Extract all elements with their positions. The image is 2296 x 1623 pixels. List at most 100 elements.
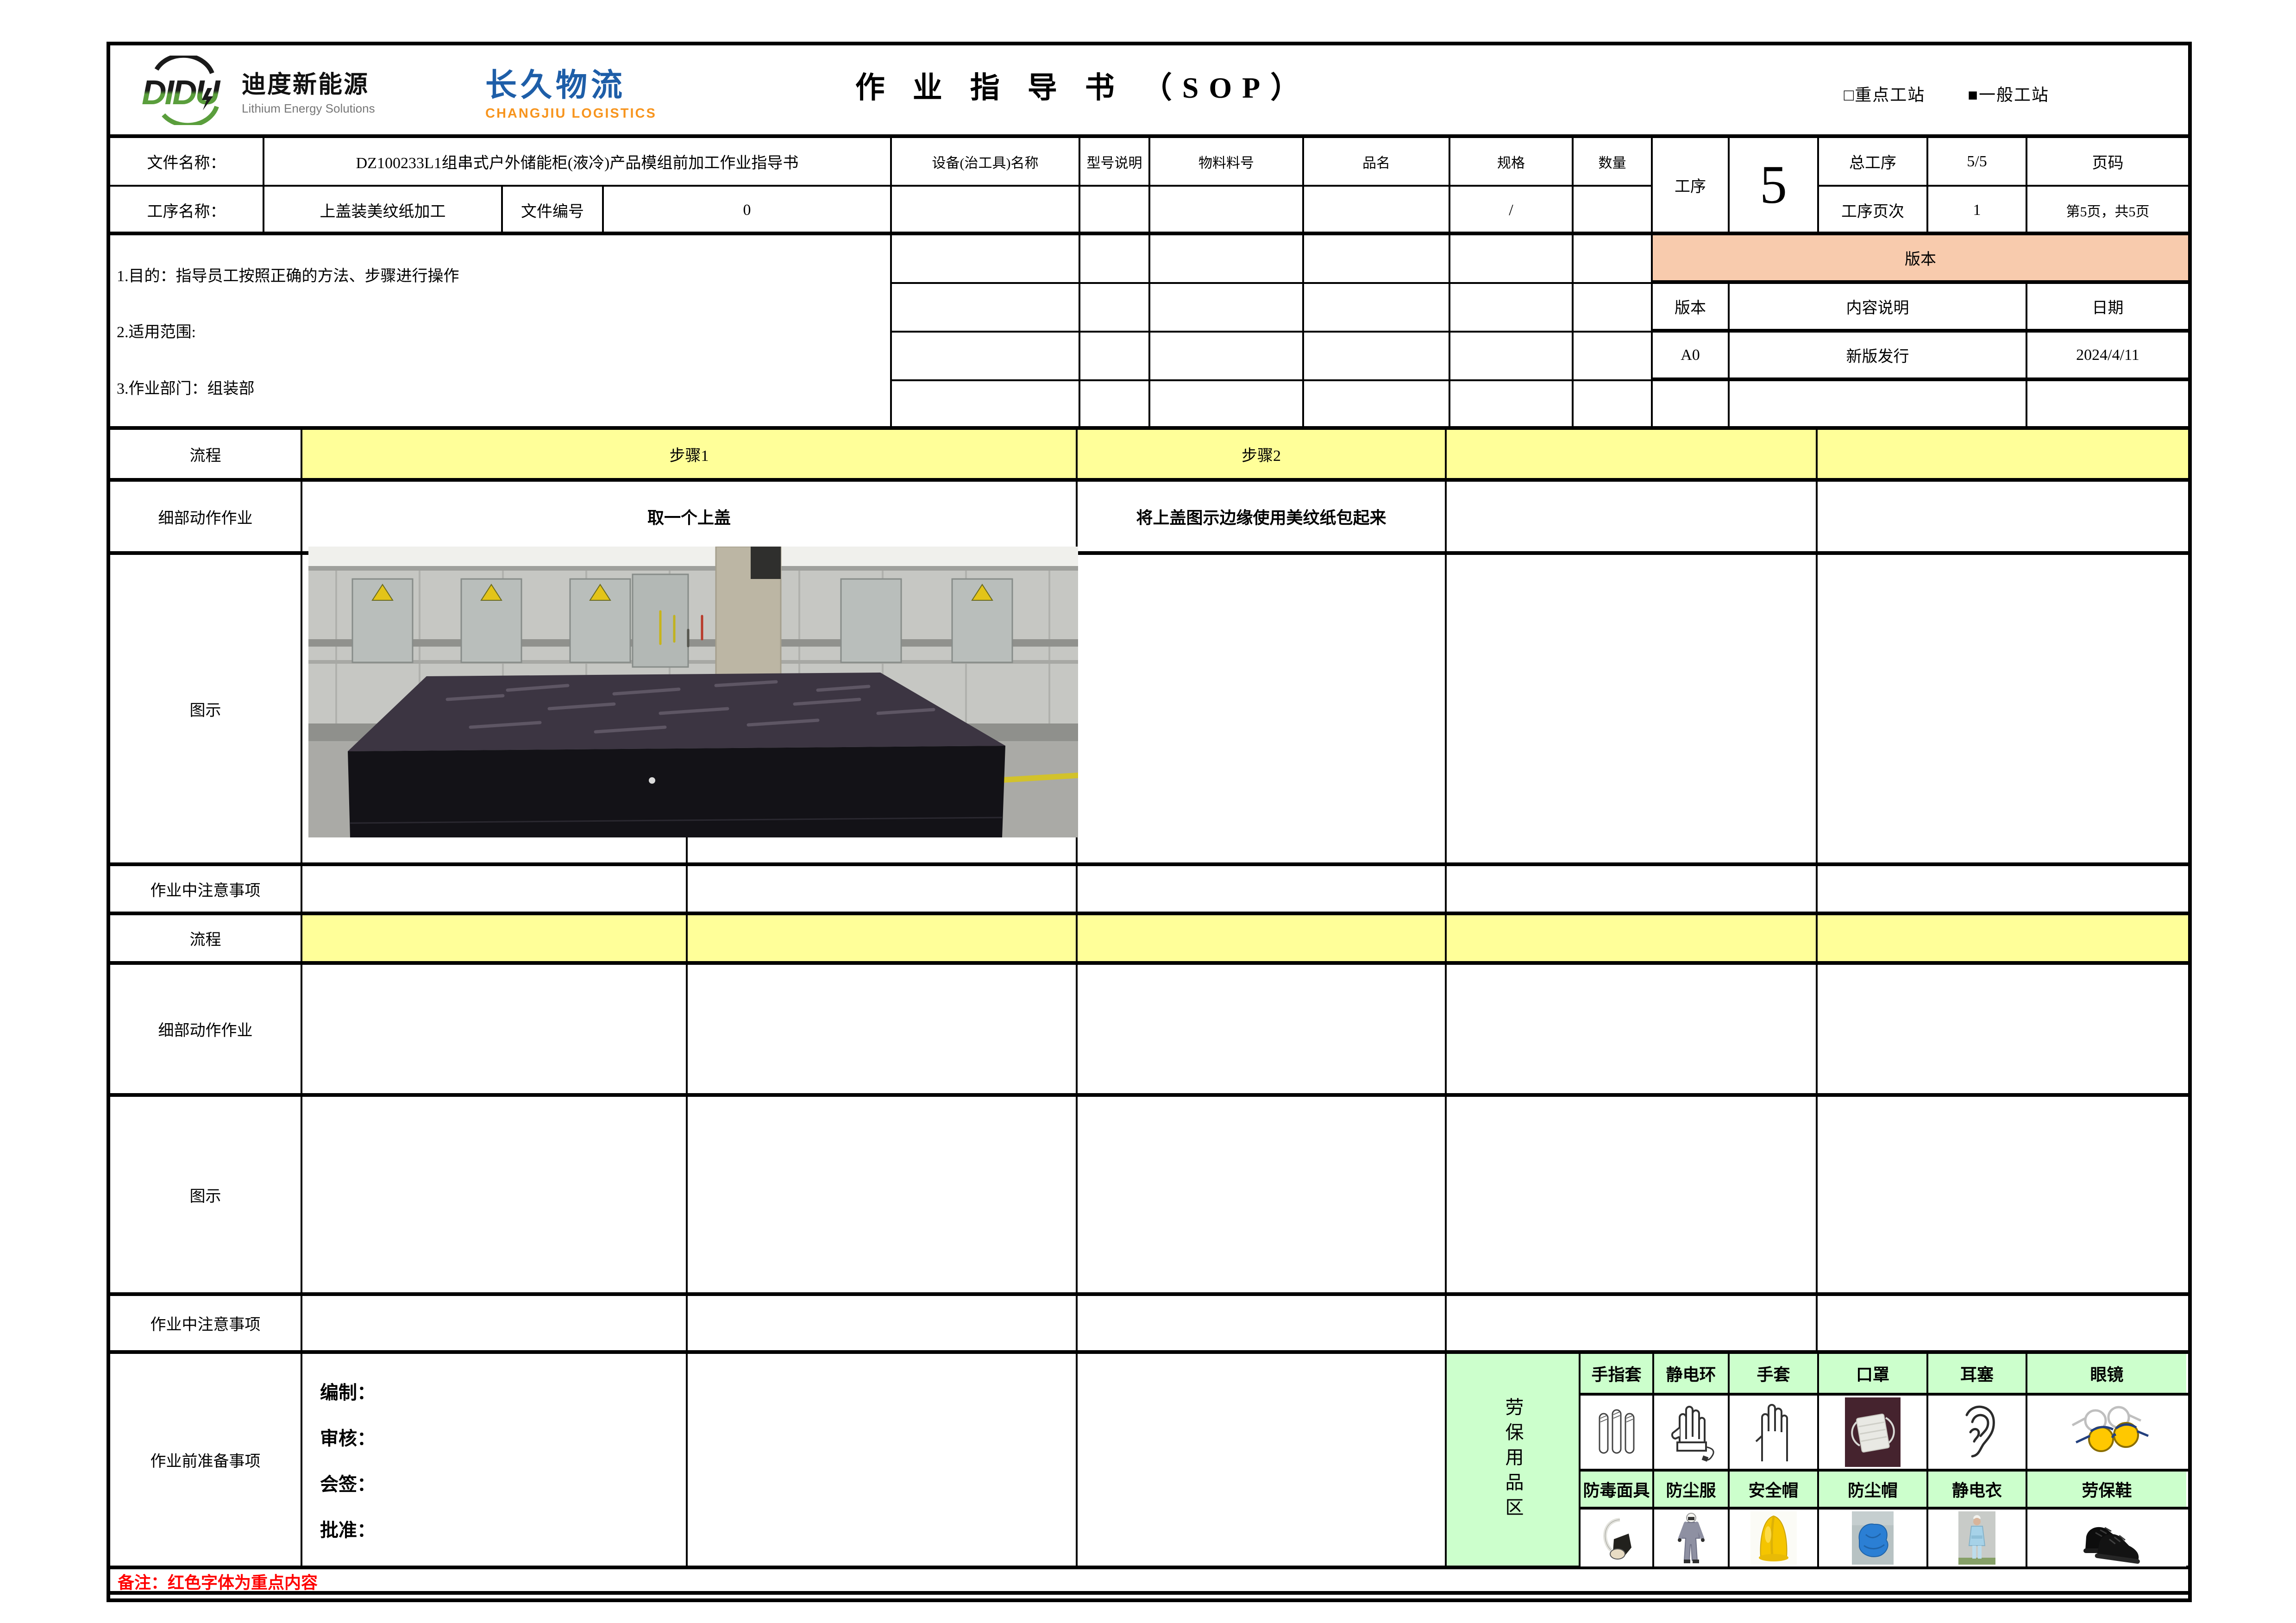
ppe-header: 劳保鞋	[2027, 1472, 2186, 1507]
flow2-empty	[1447, 915, 1818, 961]
prep-empty	[688, 1354, 1078, 1566]
note1-empty	[1447, 866, 1818, 912]
ppe-item-dust-cap	[1819, 1510, 1928, 1566]
step3-title-cell	[1447, 430, 1818, 478]
didu-logo: DIDU 迪度新能源 Lithium Energy Solutions	[138, 56, 375, 125]
note2-empty	[1078, 1296, 1447, 1350]
version-row-date: 2024/4/11	[2027, 333, 2188, 377]
note1-empty	[302, 866, 688, 912]
safety-shoes-icon	[2068, 1511, 2146, 1565]
prep-empty	[1078, 1354, 1447, 1566]
qty-value	[1574, 187, 1651, 233]
purpose-band: 1.目的：指导员工按照正确的方法、步骤进行操作 2.适用范围: 3.作业部门：组…	[110, 235, 2188, 430]
changjiu-logo-cn: 长久物流	[485, 59, 657, 105]
process-no-cell: 5	[1730, 138, 1819, 232]
flow1-label: 流程	[110, 430, 302, 478]
ppe-header: 防毒面具	[1581, 1472, 1654, 1507]
illustration2-cell	[688, 1097, 1078, 1292]
empty-grid-cell	[1450, 333, 1574, 379]
illustration2-cell	[1078, 1097, 1447, 1292]
ppe-header: 手套	[1730, 1354, 1819, 1393]
gas-mask-icon	[1594, 1511, 1638, 1565]
step2-text-cell: 将上盖图示边缘使用美纹纸包起来	[1078, 482, 1447, 551]
note2-label: 作业中注意事项	[110, 1296, 302, 1350]
key-station-checkbox: □重点工站	[1844, 86, 1926, 104]
step1-photo	[308, 547, 1078, 837]
face-mask-icon	[1845, 1397, 1901, 1467]
detail1-empty	[1818, 482, 2188, 551]
station-type-checkboxes: □重点工站 ■一般工站	[1844, 82, 2050, 106]
version-empty	[1730, 381, 2027, 426]
ear-plug-icon	[1949, 1399, 2005, 1466]
note1-empty	[1818, 866, 2188, 912]
approved-by-label: 批准：	[320, 1515, 376, 1542]
doc-no-label: 文件编号	[503, 187, 604, 233]
qty-header: 数量	[1574, 138, 1651, 185]
empty-grid-cell	[1450, 235, 1574, 282]
ppe-item-esd-clothes	[1928, 1510, 2027, 1566]
ppe-item-finger-cots	[1581, 1396, 1654, 1469]
process-page-label: 工序页次	[1819, 187, 1928, 233]
equipment-name-value	[892, 187, 1080, 233]
changjiu-logo-en: CHANGJIU LOGISTICS	[485, 106, 657, 121]
flow2-empty	[688, 915, 1078, 961]
total-process-value: 5/5	[1928, 138, 2027, 185]
empty-grid-cell	[1150, 235, 1304, 282]
prepared-by-label: 编制：	[320, 1378, 376, 1404]
countersign-label: 会签：	[320, 1469, 376, 1496]
factory-top-cover-photo	[308, 547, 1078, 837]
empty-grid-cell	[1574, 333, 1651, 379]
ppe-item-safety-glasses	[2027, 1396, 2186, 1469]
ppe-header: 防尘帽	[1819, 1472, 1928, 1507]
reviewed-by-label: 审核：	[320, 1423, 376, 1450]
illustration1-cell	[1447, 555, 1818, 862]
spec-value: /	[1450, 187, 1574, 233]
ppe-item-esd-wrist-strap	[1654, 1396, 1730, 1469]
ppe-area-label: 劳保用品区	[1447, 1354, 1581, 1566]
detail2-empty	[1078, 965, 1447, 1093]
info-band: 文件名称： 工序名称： DZ100233L1组串式户外储能柜(液冷)产品模组前加…	[110, 138, 2188, 235]
ppe-item-safety-shoes	[2027, 1510, 2186, 1566]
note1-band: 作业中注意事项	[110, 866, 2188, 915]
step1-text-cell: 取一个上盖	[302, 482, 1078, 551]
empty-grid-cell	[892, 235, 1080, 282]
version-row-desc: 新版发行	[1730, 333, 2027, 377]
empty-grid-cell	[1080, 333, 1150, 379]
footnote-text: 备注：红色字体为重点内容	[118, 1569, 318, 1591]
gloves-icon	[1746, 1399, 1801, 1466]
step1-title-cell: 步骤1	[302, 430, 1078, 478]
model-header: 型号说明	[1080, 138, 1150, 185]
finger-cots-icon	[1591, 1400, 1642, 1465]
ppe-header: 手指套	[1581, 1354, 1654, 1393]
ppe-header: 防尘服	[1654, 1472, 1730, 1507]
step2-title-cell: 步骤2	[1078, 430, 1447, 478]
desc-col-header: 内容说明	[1730, 284, 2027, 329]
item-name-header: 品名	[1304, 138, 1450, 185]
purpose-line-3: 3.作业部门：组装部	[117, 376, 255, 398]
ppe-item-face-mask	[1819, 1396, 1928, 1469]
sop-table: DIDU 迪度新能源 Lithium Energy Solutions 长久物流…	[107, 42, 2192, 1602]
ppe-item-ear-plug	[1928, 1396, 2027, 1469]
file-name-label: 文件名称：	[110, 138, 263, 187]
general-station-checkbox: ■一般工站	[1968, 86, 2049, 104]
detail2-label: 细部动作作业	[110, 965, 302, 1093]
step4-title-cell	[1818, 430, 2188, 478]
illustration1-cell	[1818, 555, 2188, 862]
equipment-name-header: 设备(治工具)名称	[892, 138, 1080, 185]
esd-wrist-strap-icon	[1663, 1400, 1719, 1465]
sop-sheet: DIDU 迪度新能源 Lithium Energy Solutions 长久物流…	[0, 0, 2296, 1623]
illustration2-cell	[1818, 1097, 2188, 1292]
empty-grid-cell	[1304, 381, 1450, 426]
empty-grid-cell	[1304, 333, 1450, 379]
detail2-empty	[1818, 965, 2188, 1093]
didu-logo-cn: 迪度新能源	[242, 65, 375, 100]
empty-grid-cell	[1304, 284, 1450, 331]
ppe-header: 耳塞	[1928, 1354, 2027, 1393]
doc-no-value: 0	[604, 187, 890, 233]
version-row-version: A0	[1653, 333, 1730, 377]
empty-grid-cell	[1574, 381, 1651, 426]
page-title: 作 业 指 导 书 （SOP）	[782, 64, 1384, 107]
prep-band: 作业前准备事项 编制： 审核： 会签： 批准： 劳保用品区 手指套 静电环 手套…	[110, 1354, 2188, 1569]
detail2-empty	[688, 965, 1078, 1093]
changjiu-logo: 长久物流 CHANGJIU LOGISTICS	[485, 59, 657, 121]
